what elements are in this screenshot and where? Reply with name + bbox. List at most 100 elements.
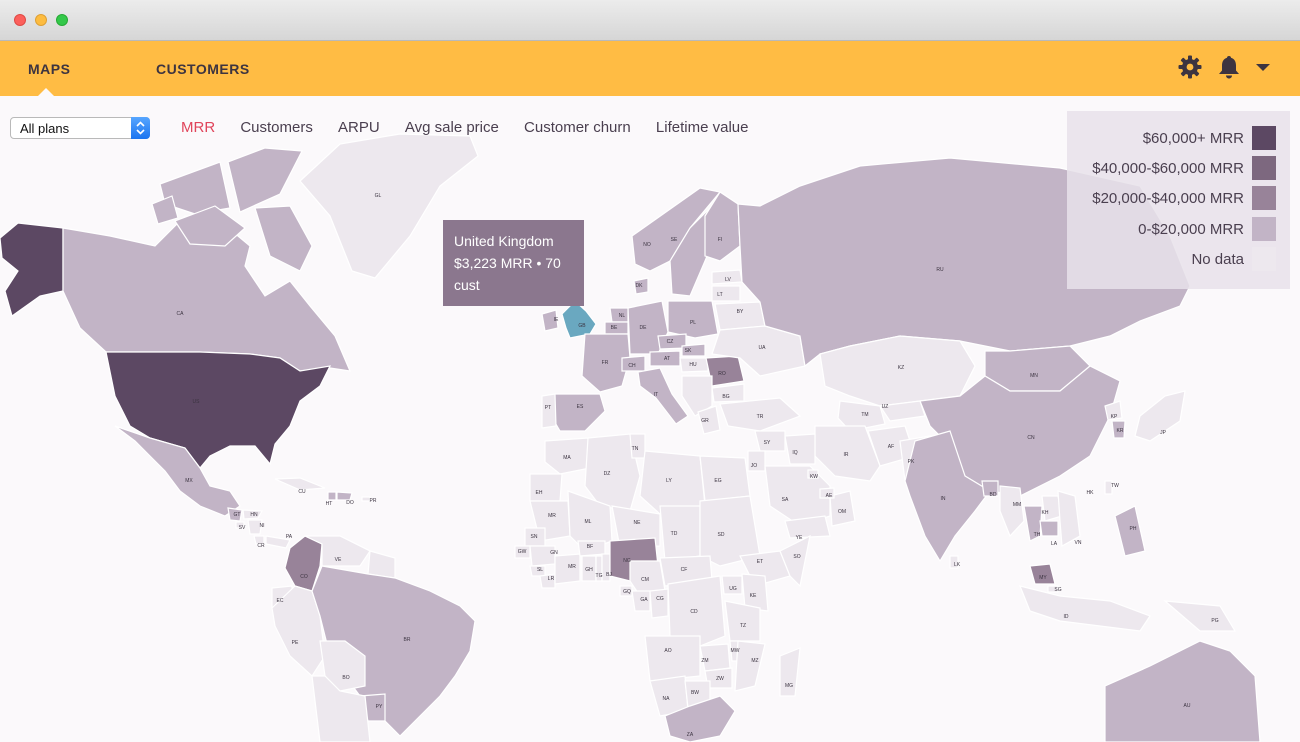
- map-country-ao[interactable]: [644, 635, 701, 682]
- map-label-kp: KP: [1111, 414, 1118, 420]
- map-label-za: ZA: [687, 732, 694, 738]
- map-label-pr: PR: [370, 498, 377, 504]
- window-titlebar: [0, 0, 1300, 41]
- map-label-tw: TW: [1111, 483, 1119, 489]
- map-country-do[interactable]: [336, 491, 353, 501]
- map-label-vn: VN: [1075, 540, 1082, 546]
- map-country-ht[interactable]: [327, 491, 337, 501]
- map-label-pl: PL: [690, 320, 696, 326]
- legend-label: No data: [1191, 250, 1244, 268]
- map-country-ly[interactable]: [639, 450, 706, 515]
- plan-select[interactable]: All plans: [10, 117, 150, 139]
- map-label-pg: PG: [1211, 618, 1218, 624]
- map-label-hn: HN: [250, 512, 258, 518]
- map-country-kh[interactable]: [1039, 520, 1059, 537]
- map-label-ng: NG: [623, 558, 631, 564]
- map-label-ec: EC: [277, 598, 284, 604]
- map-label-tz: TZ: [740, 623, 746, 629]
- legend-swatch: [1252, 126, 1276, 150]
- map-country-pt[interactable]: [541, 393, 557, 429]
- map-country-lt[interactable]: [711, 285, 741, 302]
- map-country-ca-islands-4[interactable]: [254, 205, 313, 272]
- map-label-cf: CF: [681, 567, 688, 573]
- map-label-hk: HK: [1087, 490, 1095, 496]
- metric-tab-mrr[interactable]: MRR: [181, 119, 215, 136]
- map-country-id[interactable]: [1019, 585, 1151, 632]
- map-legend: $60,000+ MRR $40,000-$60,000 MRR $20,000…: [1067, 111, 1290, 289]
- legend-item: $40,000-$60,000 MRR: [1092, 156, 1276, 180]
- map-label-bf: BF: [587, 544, 593, 550]
- map-country-by[interactable]: [714, 301, 766, 331]
- map-country-ca-islands-2[interactable]: [227, 147, 303, 213]
- map-label-ma: MA: [563, 455, 571, 461]
- map-label-ly: LY: [666, 478, 672, 484]
- map-label-gw: GW: [518, 549, 527, 555]
- map-label-sv: SV: [239, 525, 246, 531]
- map-label-cz: CZ: [667, 339, 674, 345]
- tab-maps[interactable]: MAPS: [28, 61, 70, 77]
- metric-tab-lifetime-value[interactable]: Lifetime value: [656, 119, 749, 136]
- map-label-sy: SY: [764, 440, 771, 446]
- map-label-pk: PK: [908, 459, 915, 465]
- map-country-it[interactable]: [637, 367, 689, 425]
- map-label-gq: GQ: [623, 589, 631, 595]
- map-country-gb[interactable]: [561, 300, 597, 339]
- map-label-ht: HT: [326, 501, 333, 507]
- map-country-tz[interactable]: [724, 600, 761, 642]
- map-country-us[interactable]: [105, 351, 332, 469]
- map-label-fi: FI: [718, 237, 722, 243]
- tooltip-country-name: United Kingdom: [454, 233, 554, 249]
- legend-swatch: [1252, 217, 1276, 241]
- map-label-in: IN: [941, 496, 946, 502]
- metric-tab-customers[interactable]: Customers: [240, 119, 313, 136]
- map-label-uz: UZ: [882, 404, 889, 410]
- map-label-sk: SK: [685, 348, 692, 354]
- map-country-vn[interactable]: [1057, 490, 1081, 547]
- country-tooltip: United Kingdom $3,223 MRR • 70 cust: [443, 220, 584, 306]
- map-label-kr: KR: [1117, 428, 1124, 434]
- map-country-pg[interactable]: [1163, 600, 1237, 632]
- map-country-td[interactable]: [659, 505, 701, 562]
- map-label-ca: CA: [177, 311, 185, 317]
- metric-tab-customer-churn[interactable]: Customer churn: [524, 119, 631, 136]
- map-country-us-alaska[interactable]: [0, 222, 64, 317]
- map-country-gn[interactable]: [529, 545, 556, 567]
- metric-tabs: MRR Customers ARPU Avg sale price Custom…: [181, 119, 769, 136]
- map-label-mx: MX: [185, 478, 193, 484]
- map-label-gn: GN: [550, 550, 558, 556]
- map-country-au[interactable]: [1104, 640, 1261, 742]
- map-country-mm[interactable]: [999, 485, 1025, 538]
- map-label-us: US: [193, 399, 201, 405]
- map-country-guianas[interactable]: [367, 550, 396, 579]
- metric-tab-arpu[interactable]: ARPU: [338, 119, 380, 136]
- map-label-lk: LK: [954, 562, 961, 568]
- map-label-mr: MR: [548, 513, 556, 519]
- zoom-window-button[interactable]: [56, 14, 68, 26]
- map-label-jo: JO: [751, 463, 758, 469]
- map-label-cn: CN: [1027, 435, 1035, 441]
- bell-icon[interactable]: [1216, 54, 1242, 80]
- gear-icon[interactable]: [1177, 54, 1203, 80]
- map-label-pe: PE: [292, 640, 299, 646]
- chevron-down-icon[interactable]: [1253, 59, 1273, 75]
- map-label-sa: SA: [782, 497, 789, 503]
- map-country-eg[interactable]: [699, 455, 751, 502]
- close-window-button[interactable]: [14, 14, 26, 26]
- map-country-so[interactable]: [779, 534, 811, 588]
- map-country-my[interactable]: [1029, 563, 1056, 585]
- metric-tab-avg-sale-price[interactable]: Avg sale price: [405, 119, 499, 136]
- map-label-lt: LT: [717, 292, 722, 298]
- map-country-es[interactable]: [549, 393, 606, 432]
- legend-item: $20,000-$40,000 MRR: [1092, 186, 1276, 210]
- map-label-ke: KE: [750, 593, 757, 599]
- map-label-hu: HU: [689, 362, 697, 368]
- map-label-by: BY: [737, 309, 744, 315]
- map-country-cg[interactable]: [649, 588, 669, 619]
- map-country-iq[interactable]: [784, 433, 816, 465]
- tab-customers[interactable]: CUSTOMERS: [156, 61, 250, 77]
- map-label-cu: CU: [298, 489, 306, 495]
- map-country-eh[interactable]: [529, 473, 563, 502]
- map-label-cg: CG: [656, 596, 664, 602]
- minimize-window-button[interactable]: [35, 14, 47, 26]
- map-country-mz[interactable]: [734, 640, 766, 692]
